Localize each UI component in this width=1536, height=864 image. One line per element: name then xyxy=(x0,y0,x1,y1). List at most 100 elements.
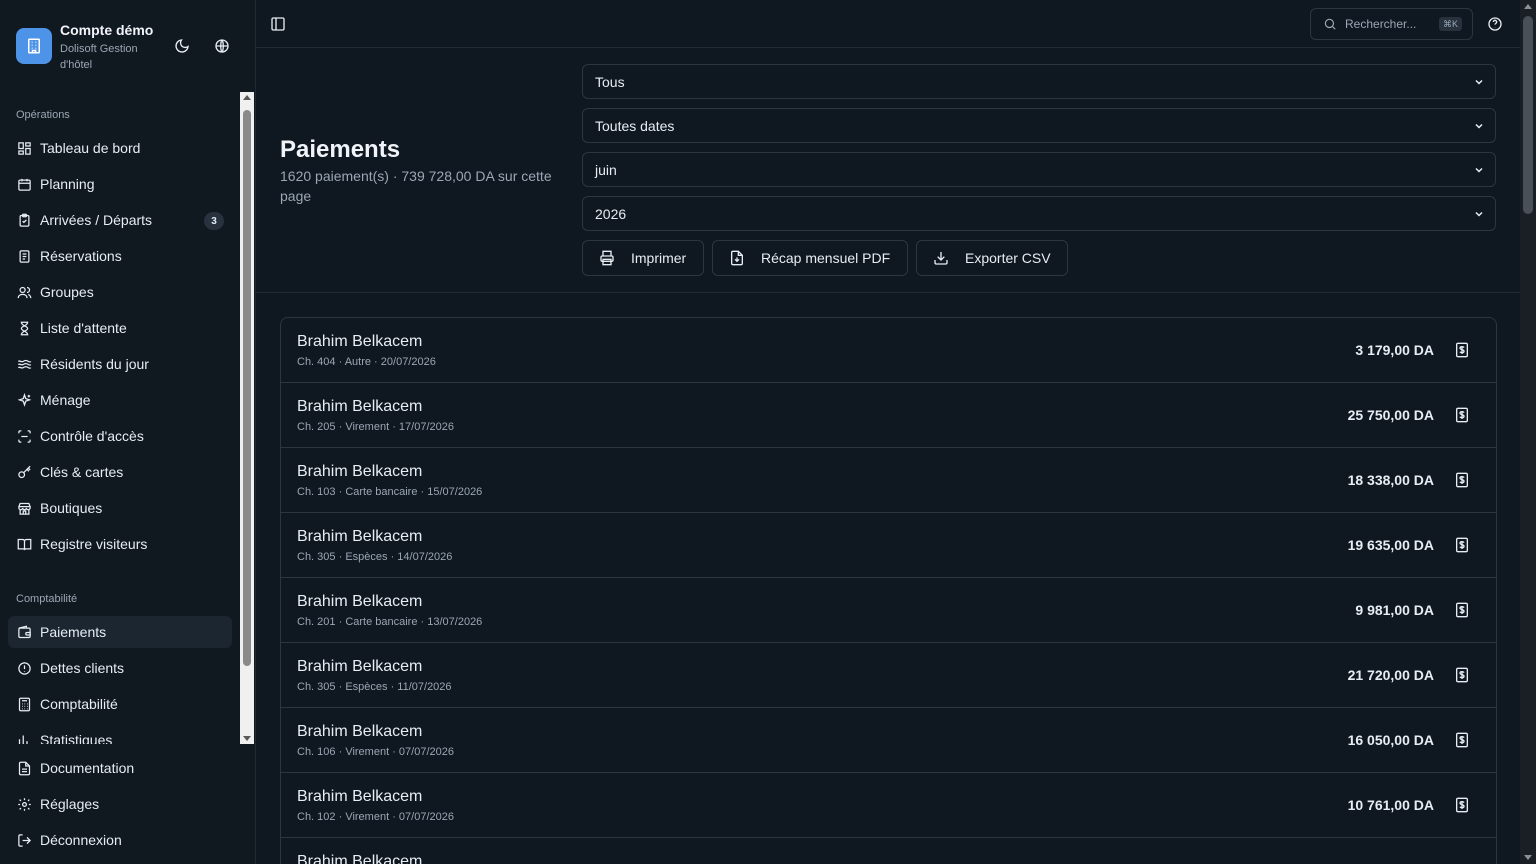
month-select[interactable]: juin xyxy=(582,152,1496,187)
print-label: Imprimer xyxy=(631,250,687,266)
payment-row[interactable]: Brahim Belkacem Ch. 106 · Virement · 07/… xyxy=(281,708,1496,773)
hourglass-icon xyxy=(16,320,32,336)
payment-meta: Ch. 102 · Virement · 07/07/2026 xyxy=(297,811,454,823)
search-input[interactable]: Rechercher... ⌘K xyxy=(1310,8,1473,40)
monthly-pdf-button[interactable]: Récap mensuel PDF xyxy=(712,240,908,276)
search-icon xyxy=(1324,18,1336,30)
sidebar-item-visitor-log[interactable]: Registre visiteurs xyxy=(8,528,232,560)
payment-meta: Ch. 201 · Carte bancaire · 13/07/2026 xyxy=(297,616,483,628)
payment-row[interactable]: Brahim Belkacem Ch. 305 · Espèces · 11/0… xyxy=(281,643,1496,708)
guest-name: Brahim Belkacem xyxy=(297,463,423,480)
sidebar-item-payments[interactable]: Paiements xyxy=(8,616,232,648)
sidebar-item-accounting[interactable]: Comptabilité xyxy=(8,688,232,720)
receipt-icon[interactable] xyxy=(1454,472,1470,488)
sidebar-item-shops[interactable]: Boutiques xyxy=(8,492,232,524)
sidebar-item-debts[interactable]: Dettes clients xyxy=(8,652,232,684)
sidebar-item-keys[interactable]: Clés & cartes xyxy=(8,456,232,488)
sidebar-item-planning[interactable]: Planning xyxy=(8,168,232,200)
guest-name: Brahim Belkacem xyxy=(297,333,423,350)
scroll-up-arrow-icon[interactable] xyxy=(1524,4,1532,9)
payment-meta: Ch. 205 · Virement · 17/07/2026 xyxy=(297,421,454,433)
payment-meta: Ch. 106 · Virement · 07/07/2026 xyxy=(297,746,454,758)
scroll-down-arrow-icon[interactable] xyxy=(1524,855,1532,860)
payment-meta: Ch. 305 · Espèces · 14/07/2026 xyxy=(297,551,453,563)
payment-row[interactable]: Brahim Belkacem Ch. 305 · Espèces · 14/0… xyxy=(281,513,1496,578)
sidebar-item-label: Boutiques xyxy=(40,500,103,516)
calculator-icon xyxy=(16,696,32,712)
sidebar-item-waitlist[interactable]: Liste d'attente xyxy=(8,312,232,344)
page-summary: 1620 paiement(s) · 739 728,00 DA sur cet… xyxy=(280,168,552,204)
sidebar-scroll-thumb[interactable] xyxy=(243,110,251,666)
sidebar-item-reservations[interactable]: Réservations xyxy=(8,240,232,272)
year-select[interactable]: 2026 xyxy=(582,196,1496,231)
period-select[interactable]: Toutes dates xyxy=(582,108,1496,143)
page-scroll-thumb[interactable] xyxy=(1523,16,1533,214)
globe-icon xyxy=(215,39,229,53)
sidebar-item-settings[interactable]: Réglages xyxy=(8,788,232,820)
help-button[interactable] xyxy=(1487,16,1503,37)
sidebar-toggle-button[interactable] xyxy=(270,16,286,37)
export-csv-button[interactable]: Exporter CSV xyxy=(916,240,1068,276)
sidebar-item-residents[interactable]: Résidents du jour xyxy=(8,348,232,380)
receipt-icon[interactable] xyxy=(1454,407,1470,423)
sidebar-item-dashboard[interactable]: Tableau de bord xyxy=(8,132,232,164)
print-button[interactable]: Imprimer xyxy=(582,240,704,276)
account-name: Compte démo xyxy=(60,22,154,38)
moon-icon xyxy=(175,39,189,53)
app-name: Dolisoft Gestion d'hôtel xyxy=(60,43,138,71)
sidebar-item-label: Comptabilité xyxy=(40,696,118,712)
download-icon xyxy=(933,250,949,266)
page-header: Paiements 1620 paiement(s) · 739 728,00 … xyxy=(256,48,1520,293)
sidebar-item-label: Déconnexion xyxy=(40,832,122,848)
sidebar-item-label: Résidents du jour xyxy=(40,356,149,372)
payment-row[interactable]: Brahim Belkacem Ch. 205 · Virement · 17/… xyxy=(281,383,1496,448)
sidebar-item-documentation[interactable]: Documentation xyxy=(8,752,232,784)
receipt-icon[interactable] xyxy=(1454,602,1470,618)
alert-circle-icon xyxy=(16,660,32,676)
payment-row[interactable]: Brahim Belkacem Ch. 404 · Autre · 20/07/… xyxy=(281,318,1496,383)
sidebar-item-groups[interactable]: Groupes xyxy=(8,276,232,308)
payment-method-select[interactable]: Tous xyxy=(582,64,1496,99)
scroll-down-arrow-icon[interactable] xyxy=(243,736,251,741)
sidebar-item-arrivals[interactable]: Arrivées / Départs 3 xyxy=(8,204,232,236)
receipt-icon[interactable] xyxy=(1454,797,1470,813)
language-button[interactable] xyxy=(212,36,232,56)
payment-row[interactable]: Brahim Belkacem Ch. 103 · Carte bancaire… xyxy=(281,448,1496,513)
sidebar-item-label: Tableau de bord xyxy=(40,140,141,156)
payment-row[interactable]: Brahim Belkacem Ch. 201 · Carte bancaire… xyxy=(281,578,1496,643)
sidebar-item-housekeeping[interactable]: Ménage xyxy=(8,384,232,416)
payment-row[interactable]: Brahim Belkacem Ch. 102 · Virement · 07/… xyxy=(281,773,1496,838)
wallet-icon xyxy=(16,624,32,640)
payment-amount: 10 761,00 DA xyxy=(1347,797,1434,813)
sidebar-item-label: Contrôle d'accès xyxy=(40,428,144,444)
scroll-up-arrow-icon[interactable] xyxy=(243,95,251,100)
receipt-icon[interactable] xyxy=(1454,667,1470,683)
payment-amount: 21 720,00 DA xyxy=(1347,667,1434,683)
receipt-icon[interactable] xyxy=(1454,537,1470,553)
arrivals-count-badge: 3 xyxy=(204,212,224,230)
chevron-down-icon xyxy=(1475,211,1483,217)
receipt-icon[interactable] xyxy=(1454,342,1470,358)
sparkles-icon xyxy=(16,392,32,408)
guest-name: Brahim Belkacem xyxy=(297,853,423,864)
sidebar-item-logout[interactable]: Déconnexion xyxy=(8,824,232,856)
dashboard-icon xyxy=(16,140,32,156)
hotel-logo-icon xyxy=(16,28,52,64)
dark-mode-toggle[interactable] xyxy=(172,36,192,56)
receipt-icon[interactable] xyxy=(1454,732,1470,748)
scan-icon xyxy=(16,428,32,444)
users-icon xyxy=(16,284,32,300)
section-operations: Opérations xyxy=(16,109,70,121)
chevron-down-icon xyxy=(1475,79,1483,85)
section-accounting: Comptabilité xyxy=(16,593,78,605)
sidebar-item-label: Dettes clients xyxy=(40,660,125,676)
sidebar-item-statistics[interactable]: Statistiques xyxy=(8,724,232,744)
sidebar-item-label: Documentation xyxy=(40,760,135,776)
page-scrollbar[interactable] xyxy=(1520,0,1536,864)
guest-name: Brahim Belkacem xyxy=(297,593,423,610)
payments-list: Brahim Belkacem Ch. 404 · Autre · 20/07/… xyxy=(280,317,1497,864)
payment-row[interactable]: Brahim Belkacem xyxy=(281,838,1496,864)
sidebar-scrollbar[interactable] xyxy=(240,92,254,744)
sidebar-item-access-control[interactable]: Contrôle d'accès xyxy=(8,420,232,452)
bar-chart-icon xyxy=(16,732,32,744)
